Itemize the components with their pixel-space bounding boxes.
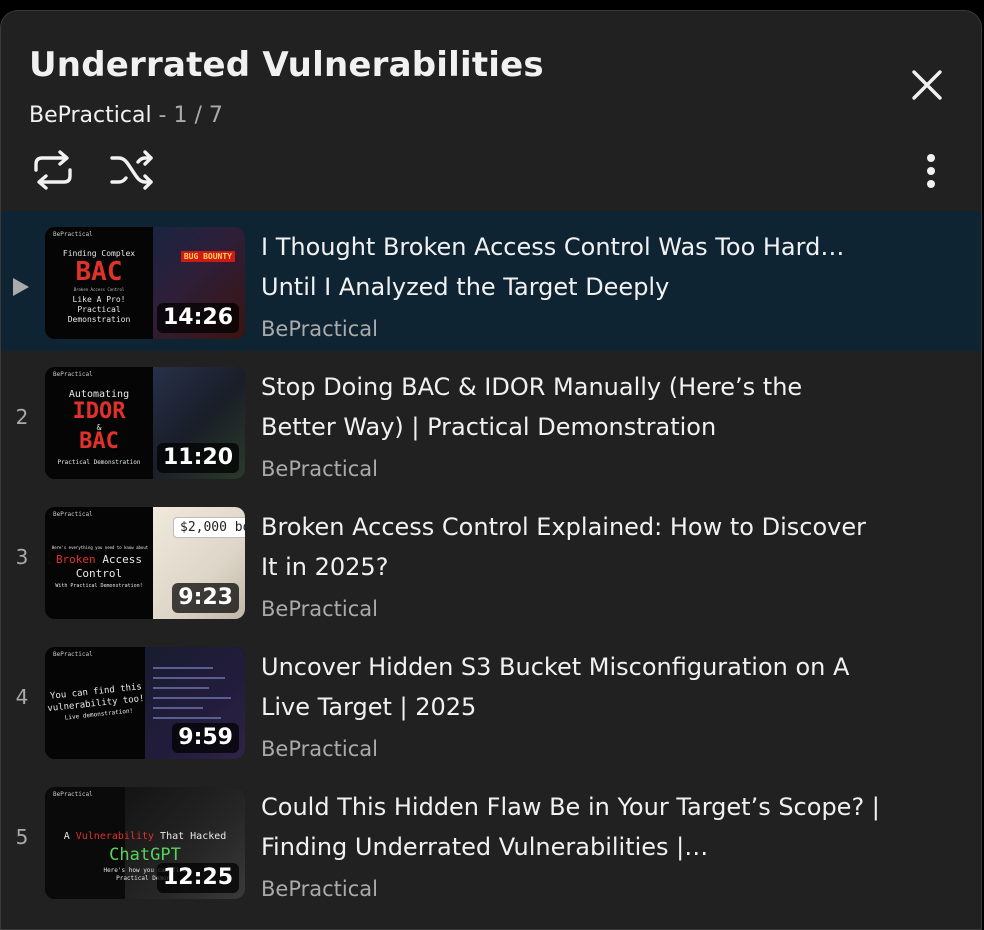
- thumbnail-headline-row: A Vulnerability That Hacked: [45, 831, 245, 842]
- video-thumbnail[interactable]: BePractical You can find this vulnerabil…: [45, 647, 245, 759]
- video-duration: 9:23: [172, 583, 239, 613]
- more-options-button[interactable]: [909, 147, 953, 195]
- thumbnail-channel-tag: BePractical: [53, 511, 93, 518]
- thumbnail-line: A: [63, 831, 76, 842]
- video-duration: 11:20: [156, 443, 239, 473]
- thumbnail-headline: Access: [102, 553, 143, 566]
- thumbnail-text-area: BePractical Automating IDOR & BAC Practi…: [45, 367, 153, 479]
- shuffle-icon: [110, 150, 153, 190]
- thumbnail-headline: BAC: [75, 257, 123, 287]
- thumbnail-text-area: BePractical Finding Complex BAC Broken A…: [45, 227, 153, 339]
- playlist-item[interactable]: 2 BePractical Automating IDOR & BAC Prac…: [1, 351, 981, 491]
- video-thumbnail[interactable]: BePractical Here's everything you need t…: [45, 507, 245, 619]
- terminal-line: [153, 707, 203, 709]
- video-channel[interactable]: BePractical: [261, 737, 378, 761]
- thumbnail-headline: Control: [75, 567, 123, 580]
- playlist-separator: -: [151, 103, 174, 128]
- thumbnail-headline: ChatGPT: [109, 845, 181, 865]
- thumbnail-text-area: BePractical You can find this vulnerabil…: [45, 647, 145, 759]
- thumbnail-line: Practical: [77, 305, 121, 314]
- video-duration: 9:59: [172, 723, 239, 753]
- video-index: 2: [15, 405, 29, 429]
- video-thumbnail[interactable]: BePractical A Vulnerability That Hacked …: [45, 787, 245, 899]
- video-duration: 12:25: [156, 863, 239, 893]
- playlist-title[interactable]: Underrated Vulnerabilities: [29, 45, 544, 85]
- thumbnail-line: Like A Pro!: [72, 295, 126, 304]
- video-thumbnail[interactable]: BePractical Finding Complex BAC Broken A…: [45, 227, 245, 339]
- playlist-header: Underrated Vulnerabilities BePractical -…: [1, 11, 981, 211]
- thumbnail-channel-tag: BePractical: [53, 371, 93, 378]
- now-playing-icon: [13, 278, 29, 296]
- loop-icon: [34, 150, 72, 190]
- thumbnail-channel-tag: BePractical: [53, 791, 93, 798]
- thumbnail-line: Practical Demonstration: [57, 459, 141, 466]
- video-title[interactable]: Uncover Hidden S3 Bucket Misconfiguratio…: [261, 647, 881, 727]
- playlist-subtitle: BePractical - 1 / 7: [29, 103, 223, 128]
- close-icon: [912, 70, 942, 100]
- thumbnail-headline-row: Broken Access: [45, 553, 153, 566]
- video-index: 4: [15, 685, 29, 709]
- terminal-line: [153, 667, 213, 669]
- thumbnail-line: Demonstration: [67, 315, 131, 324]
- thumbnail-channel-tag: BePractical: [53, 231, 93, 238]
- terminal-line: [153, 717, 221, 719]
- video-title[interactable]: Stop Doing BAC & IDOR Manually (Here’s t…: [261, 367, 881, 447]
- playlist-channel-link[interactable]: BePractical: [29, 103, 152, 128]
- close-button[interactable]: [905, 63, 949, 107]
- video-title[interactable]: Could This Hidden Flaw Be in Your Target…: [261, 787, 881, 867]
- loop-button[interactable]: [28, 145, 78, 195]
- thumbnail-line: With Practical Demonstration!: [55, 583, 143, 589]
- video-channel[interactable]: BePractical: [261, 597, 378, 621]
- playlist-item[interactable]: BePractical Finding Complex BAC Broken A…: [1, 211, 981, 351]
- video-thumbnail[interactable]: BePractical Automating IDOR & BAC Practi…: [45, 367, 245, 479]
- thumbnail-line: Here's everything you need to know about: [51, 545, 149, 550]
- video-channel[interactable]: BePractical: [261, 317, 378, 341]
- video-duration: 14:26: [156, 303, 239, 333]
- thumbnail-channel-tag: BePractical: [53, 651, 93, 658]
- terminal-line: [153, 677, 225, 679]
- thumbnail-subline: Broken Access Control: [73, 287, 125, 292]
- more-vertical-icon: [927, 154, 935, 188]
- playlist-item[interactable]: 3 BePractical Here's everything you need…: [1, 491, 981, 631]
- video-channel[interactable]: BePractical: [261, 457, 378, 481]
- thumbnail-headline: Broken: [55, 553, 96, 566]
- playlist-position: 1 / 7: [173, 103, 223, 128]
- bounty-badge: $2,000 bount: [173, 517, 245, 538]
- playlist-item[interactable]: 5 BePractical A Vulnerability That Hacke…: [1, 771, 981, 911]
- video-title[interactable]: Broken Access Control Explained: How to …: [261, 507, 881, 587]
- thumbnail-line: That Hacked: [154, 831, 227, 842]
- video-title[interactable]: I Thought Broken Access Control Was Too …: [261, 227, 881, 307]
- video-index: 3: [15, 545, 29, 569]
- video-index: 5: [15, 825, 29, 849]
- bug-bounty-label: BUG BOUNTY: [180, 251, 235, 262]
- playlist-items: BePractical Finding Complex BAC Broken A…: [1, 211, 981, 911]
- video-channel[interactable]: BePractical: [261, 877, 378, 901]
- playlist-item[interactable]: 4 BePractical You can find this vulnerab…: [1, 631, 981, 771]
- thumbnail-highlight: Vulnerability: [75, 831, 155, 842]
- thumbnail-text-area: BePractical Here's everything you need t…: [45, 507, 153, 619]
- terminal-line: [153, 697, 231, 699]
- playlist-panel: Underrated Vulnerabilities BePractical -…: [0, 10, 982, 930]
- thumbnail-headline: BAC: [79, 429, 119, 454]
- thumbnail-headline: IDOR: [72, 399, 126, 424]
- shuffle-button[interactable]: [107, 145, 157, 195]
- terminal-line: [153, 687, 209, 689]
